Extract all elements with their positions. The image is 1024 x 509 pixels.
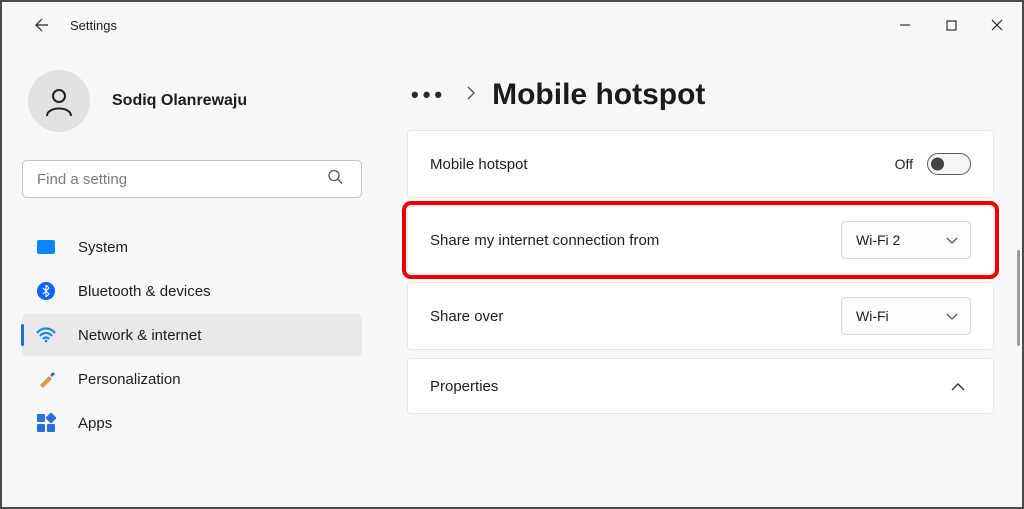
sidebar: Sodiq Olanrewaju System Bluetooth & devi… <box>2 48 377 507</box>
avatar <box>28 70 90 132</box>
setting-row-hotspot[interactable]: Mobile hotspot Off <box>407 130 994 198</box>
sidebar-item-label: Personalization <box>78 371 181 388</box>
person-icon <box>42 84 76 118</box>
minimize-button[interactable] <box>882 5 928 45</box>
minimize-icon <box>899 19 911 31</box>
sidebar-item-label: System <box>78 239 128 256</box>
breadcrumb: ••• Mobile hotspot <box>407 78 994 112</box>
app-title: Settings <box>70 18 117 33</box>
setting-label: Share over <box>430 308 503 325</box>
bluetooth-icon <box>36 281 56 301</box>
sidebar-item-system[interactable]: System <box>22 226 362 268</box>
arrow-left-icon <box>32 17 48 33</box>
sidebar-item-label: Bluetooth & devices <box>78 283 211 300</box>
sidebar-item-apps[interactable]: Apps <box>22 402 362 444</box>
dropdown-value: Wi-Fi <box>856 308 889 324</box>
breadcrumb-ellipsis[interactable]: ••• <box>407 84 450 106</box>
user-name: Sodiq Olanrewaju <box>112 92 247 110</box>
share-from-dropdown[interactable]: Wi-Fi 2 <box>841 221 971 259</box>
paintbrush-icon <box>36 369 56 389</box>
share-over-dropdown[interactable]: Wi-Fi <box>841 297 971 335</box>
search-input[interactable] <box>22 160 362 198</box>
apps-icon <box>36 413 56 433</box>
sidebar-item-bluetooth[interactable]: Bluetooth & devices <box>22 270 362 312</box>
sidebar-scrollbar[interactable] <box>1017 250 1020 346</box>
close-button[interactable] <box>974 5 1020 45</box>
setting-label: Share my internet connection from <box>430 232 659 249</box>
setting-row-properties[interactable]: Properties <box>407 358 994 414</box>
search-icon <box>327 169 343 190</box>
dropdown-value: Wi-Fi 2 <box>856 232 900 248</box>
sidebar-item-network[interactable]: Network & internet <box>22 314 362 356</box>
sidebar-item-label: Apps <box>78 415 112 432</box>
maximize-icon <box>946 20 957 31</box>
sidebar-item-label: Network & internet <box>78 327 201 344</box>
setting-row-share-from: Share my internet connection from Wi-Fi … <box>407 206 994 274</box>
chevron-right-icon <box>466 86 476 105</box>
chevron-down-icon <box>946 232 958 248</box>
chevron-up-icon <box>951 378 965 395</box>
setting-label: Properties <box>430 378 498 395</box>
toggle-state-label: Off <box>895 156 913 172</box>
sidebar-item-personalization[interactable]: Personalization <box>22 358 362 400</box>
system-icon <box>36 237 56 257</box>
setting-label: Mobile hotspot <box>430 156 528 173</box>
chevron-down-icon <box>946 308 958 324</box>
close-icon <box>991 19 1003 31</box>
wifi-icon <box>36 325 56 345</box>
page-title: Mobile hotspot <box>492 78 705 112</box>
user-profile[interactable]: Sodiq Olanrewaju <box>22 70 367 132</box>
back-button[interactable] <box>20 5 60 45</box>
maximize-button[interactable] <box>928 5 974 45</box>
hotspot-toggle[interactable] <box>927 153 971 175</box>
setting-row-share-over: Share over Wi-Fi <box>407 282 994 350</box>
main-panel: ••• Mobile hotspot Mobile hotspot Off Sh… <box>377 48 1022 507</box>
